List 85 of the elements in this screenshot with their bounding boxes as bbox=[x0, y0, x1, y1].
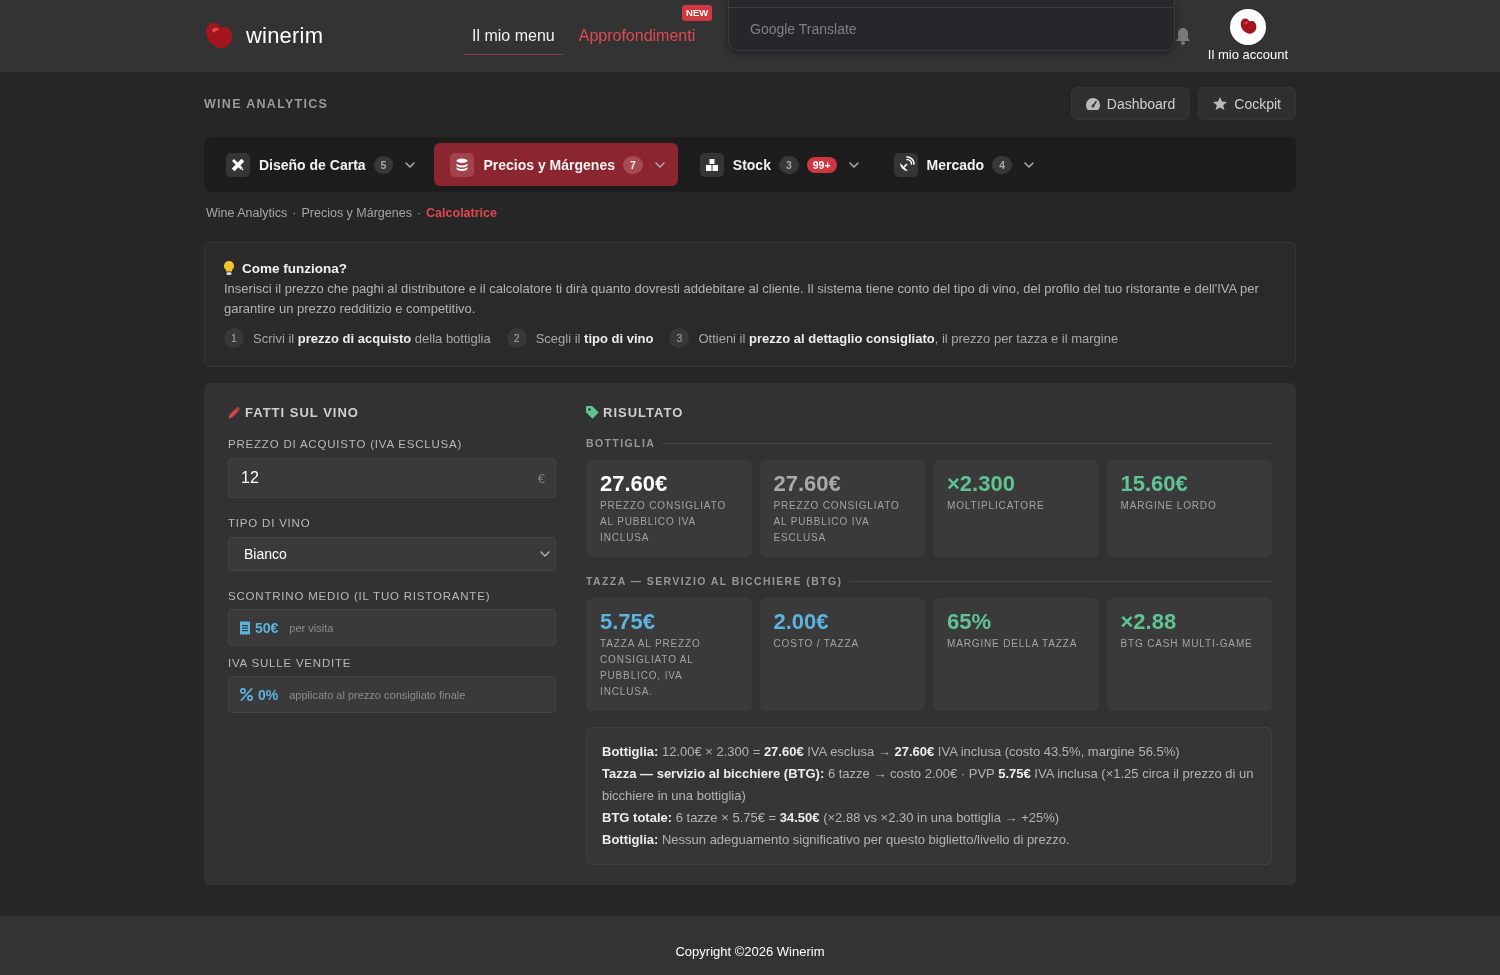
star-icon bbox=[1213, 97, 1228, 110]
tab-count: 4 bbox=[992, 155, 1012, 174]
brand-name: winerim bbox=[246, 23, 324, 49]
card-label: TAZZA AL PREZZO CONSIGLIATO AL PUBBLICO, IVA INCLUSA. bbox=[600, 637, 702, 699]
percent-icon bbox=[240, 688, 253, 701]
card-value: 27.60€ bbox=[600, 472, 669, 496]
nav-button[interactable]: Cockpit bbox=[1198, 87, 1296, 120]
field-label: SCONTRINO MEDIO (IL TUO RISTORANTE) bbox=[228, 589, 492, 604]
breadcrumb-separator: · bbox=[292, 205, 297, 221]
tab[interactable]: Mercado 4 bbox=[877, 143, 1047, 186]
step-number: 2 bbox=[506, 328, 527, 348]
card-value: 5.75€ bbox=[600, 610, 657, 634]
card-label: PREZZO CONSIGLIATO AL PUBBLICO IVA INCLUSA bbox=[600, 499, 728, 545]
chevron-down-icon bbox=[540, 551, 550, 557]
copyright-text: Copyright ©2026 Winerim bbox=[675, 944, 825, 961]
translate-label: Google Translate bbox=[750, 21, 857, 37]
chevron-down-icon bbox=[848, 161, 859, 168]
panel-heading: FATTI SUL VINO bbox=[245, 404, 359, 420]
avatar-icon bbox=[1229, 9, 1266, 45]
dropdown-select[interactable]: Bianco bbox=[228, 537, 556, 571]
breadcrumb-link[interactable]: Precios y Márgenes bbox=[301, 205, 412, 221]
step-number: 1 bbox=[224, 328, 244, 348]
panel-heading: RISULTATO bbox=[603, 404, 684, 420]
section-heading: TAZZA — SERVIZIO AL BICCHIERE (BTG) bbox=[586, 575, 843, 587]
tab[interactable]: Stock 3 99+ bbox=[683, 143, 872, 186]
lightbulb-icon bbox=[224, 261, 234, 275]
number-input[interactable]: 12 € bbox=[228, 458, 556, 498]
field-label: IVA SULLE VENDITE bbox=[228, 656, 353, 671]
chevron-down-icon bbox=[654, 161, 665, 168]
card-label: PREZZO CONSIGLIATO AL PUBBLICO IVA ESCLUSA bbox=[773, 499, 901, 545]
alert-count: 99+ bbox=[806, 156, 837, 173]
card-label: MOLTIPLICATORE bbox=[947, 499, 1046, 513]
gauge-icon bbox=[1085, 97, 1100, 110]
summary-line: Bottiglia: Nessun adeguamento significativo per questo biglietto/livello di prezzo. bbox=[602, 831, 1071, 849]
breadcrumb-link[interactable]: Wine Analytics bbox=[206, 205, 288, 221]
chevron-down-icon bbox=[405, 161, 416, 168]
section-heading: BOTTIGLIA bbox=[586, 437, 656, 449]
card-value: 27.60€ bbox=[773, 472, 842, 496]
tab-count: 7 bbox=[622, 155, 643, 174]
bell-icon[interactable] bbox=[1175, 27, 1190, 45]
card-value: 65% bbox=[947, 610, 993, 634]
tag-icon bbox=[586, 405, 599, 419]
summary-line: Bottiglia: 12.00€ × 2.300 = 27.60€ IVA esclusa → 27.60€ IVA inclusa (costo 43.5%, margine 56.5%) bbox=[602, 743, 1181, 761]
step-text: Scegli il tipo di vino bbox=[535, 330, 654, 346]
account-link[interactable]: Il mio account bbox=[1207, 9, 1288, 63]
tab-count: 3 bbox=[778, 155, 799, 174]
pencil-icon bbox=[228, 405, 241, 419]
card-value: 15.60€ bbox=[1120, 472, 1189, 496]
boxes-icon bbox=[699, 152, 724, 177]
summary-line: Tazza — servizio al bicchiere (BTG): 6 tazze → costo 2.00€ · PVP 5.75€ IVA inclusa (×1.25 circa il prezzo di un bicchiere in una bottiglia) bbox=[602, 765, 1255, 805]
tab-count: 5 bbox=[373, 155, 394, 174]
nav-button[interactable]: Dashboard bbox=[1070, 87, 1191, 120]
card-value: ×2.300 bbox=[947, 472, 1016, 496]
tab[interactable]: Precios y Márgenes 7 bbox=[434, 143, 678, 186]
pencil-ruler-icon bbox=[226, 152, 250, 177]
step-text: Ottieni il prezzo al dettaglio consigliato, il prezzo per tazza e il margine bbox=[698, 330, 1119, 346]
card-label: COSTO / TAZZA bbox=[773, 637, 860, 651]
tab[interactable]: Diseño de Carta 5 bbox=[210, 143, 429, 186]
field-label: PREZZO DI ACQUISTO (IVA ESCLUSA) bbox=[228, 437, 464, 452]
info-text: Inserisci il prezzo che paghi al distributore e il calcolatore ti dirà quanto dovresti addebitare al cliente. Il sistema tiene conto del tipo di vino, del profilo del tuo ristorante e dell'IVA per garantire un prezzo redditizio e competitivo. bbox=[224, 280, 1260, 318]
card-value: 2.00€ bbox=[773, 610, 830, 634]
satellite-dish-icon bbox=[893, 152, 918, 177]
page-title: WINE ANALYTICS bbox=[204, 96, 329, 111]
field-note: applicato al prezzo consigliato finale bbox=[289, 688, 466, 701]
field-label: TIPO DI VINO bbox=[228, 516, 312, 531]
field-note: per visita bbox=[289, 621, 334, 634]
breadcrumb-separator: · bbox=[416, 205, 422, 221]
info-title: Come funziona? bbox=[242, 260, 347, 276]
translate-dropdown[interactable]: Google Translate bbox=[728, 0, 1175, 51]
card-value: ×2.88 bbox=[1120, 610, 1178, 634]
logo-icon bbox=[204, 21, 234, 51]
chevron-down-icon bbox=[1024, 161, 1034, 168]
coins-icon bbox=[450, 152, 475, 177]
field-value: 50€ bbox=[255, 619, 279, 636]
new-badge: NEW bbox=[682, 5, 713, 21]
field-value: 0% bbox=[258, 686, 279, 703]
card-label: BTG CASH MULTI-GAME bbox=[1120, 637, 1254, 651]
nav-link[interactable]: Il mio menu bbox=[464, 17, 563, 55]
receipt-icon bbox=[240, 620, 250, 635]
step-text: Scrivi il prezzo di acquisto della bottiglia bbox=[253, 330, 491, 346]
summary-line: BTG totale: 6 tazze × 5.75€ = 34.50€ (×2.88 vs ×2.30 in una bottiglia → +25%) bbox=[602, 809, 1061, 827]
step-number: 3 bbox=[669, 328, 690, 348]
breadcrumb-current: Calcolatrice bbox=[426, 205, 497, 221]
card-label: MARGINE DELLA TAZZA bbox=[947, 637, 1079, 651]
card-label: MARGINE LORDO bbox=[1120, 499, 1218, 513]
